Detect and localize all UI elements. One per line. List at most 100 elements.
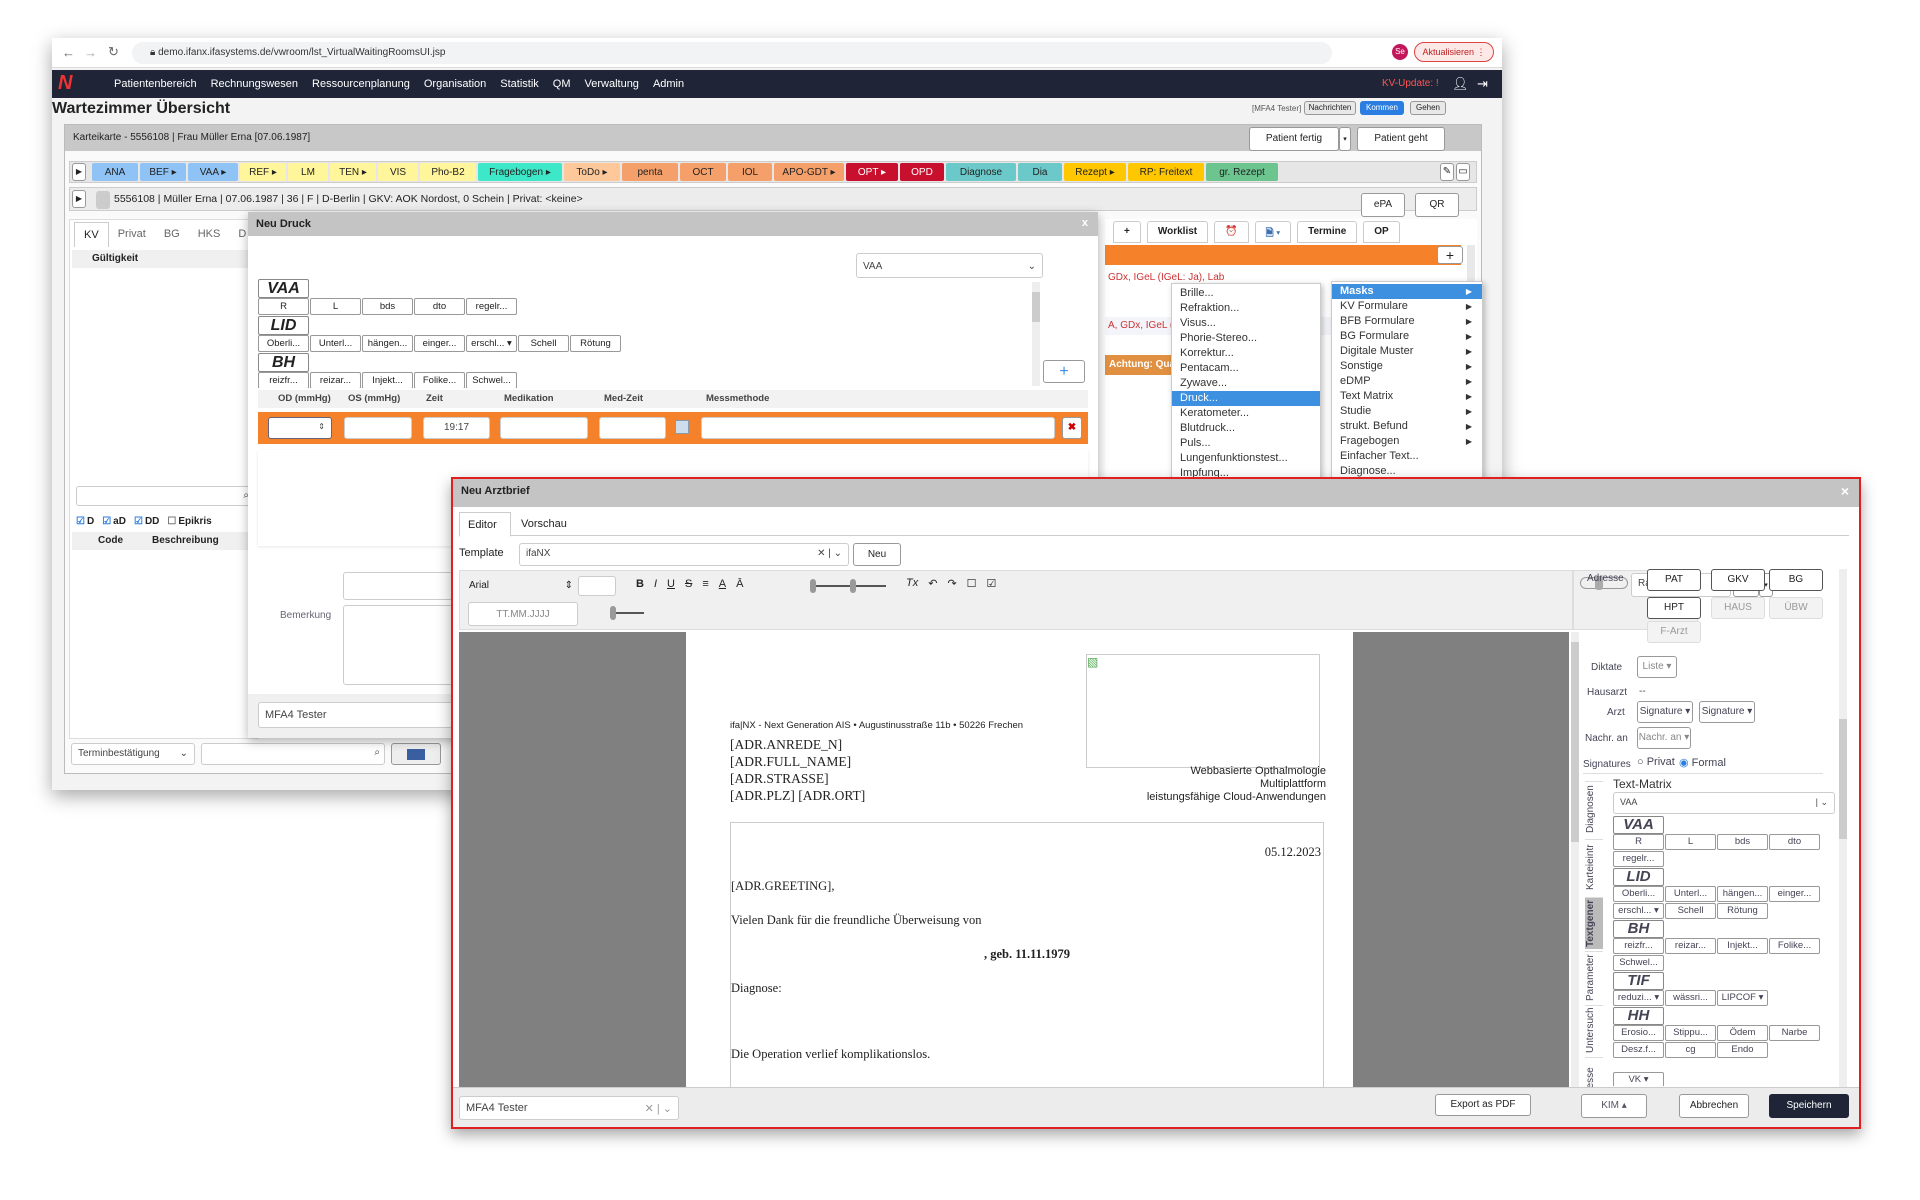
undo-icon[interactable]: ↶ [928, 577, 937, 590]
submenu-item-bg-formulare[interactable]: BG Formulare ▶ [1332, 329, 1482, 344]
matrix-button-regelr[interactable]: regelr... [1613, 851, 1664, 867]
search-icon[interactable]: ⌕ [374, 747, 380, 758]
patient-fertig-button[interactable]: Patient fertig [1249, 127, 1339, 151]
submenu-item-kv-formulare[interactable]: KV Formulare ▶ [1332, 299, 1482, 314]
checkbox-dd[interactable]: ☑ DD [134, 516, 159, 527]
clear-format-icon[interactable]: Tx [906, 577, 918, 590]
menu-item-puls[interactable]: Puls... [1172, 436, 1320, 451]
matrix-button-r[interactable]: R [1613, 834, 1664, 850]
toolbar-button-rp-freitext[interactable]: RP: Freitext [1128, 163, 1204, 181]
clear-chevron-icon[interactable]: ✕ | ⌄ [645, 1102, 672, 1115]
matrix-button-einger[interactable]: einger... [414, 335, 465, 352]
tab-op[interactable]: OP [1363, 221, 1400, 243]
messmethode-input[interactable] [701, 417, 1055, 439]
matrix-button-dto[interactable]: dto [414, 298, 465, 315]
font-size-input[interactable] [578, 576, 616, 596]
menu-item-refraktion[interactable]: Refraktion... [1172, 301, 1320, 316]
vtab-textgener[interactable]: Textgener [1585, 897, 1603, 949]
matrix-button-regelr[interactable]: regelr... [466, 298, 517, 315]
add-matrix-button[interactable]: + [1043, 360, 1085, 383]
checkbox-icon[interactable]: ☑ [76, 516, 85, 527]
matrix-button-injekt[interactable]: Injekt... [362, 372, 413, 388]
od-input[interactable]: ⇕ [268, 417, 332, 439]
url-bar[interactable]: 🔒︎ demo.ifanx.ifasystems.de/vwroom/lst_V… [132, 42, 1332, 64]
submenu-item-sonstige[interactable]: Sonstige ▶ [1332, 359, 1482, 374]
toolbar-button-todo[interactable]: ToDo ▸ [564, 163, 620, 181]
spinner-icon[interactable]: ⇕ [318, 422, 325, 431]
matrix-button-schwel[interactable]: Schwel... [1613, 955, 1664, 971]
add-entry-button[interactable]: + [1437, 246, 1463, 264]
vtab-untersuch[interactable]: Untersuch [1585, 1005, 1603, 1055]
matrix-button-wässri[interactable]: wässri... [1665, 990, 1716, 1006]
toolbar-button-ana[interactable]: ANA [92, 163, 138, 181]
submenu-item-digitale-muster[interactable]: Digitale Muster ▶ [1332, 344, 1482, 359]
arztbrief-user-select[interactable]: MFA4 Tester ✕ | ⌄ [459, 1096, 679, 1120]
italic-icon[interactable]: I [654, 578, 657, 590]
nav-item-qm[interactable]: QM [553, 78, 571, 90]
menu-item-korrektur[interactable]: Korrektur... [1172, 346, 1320, 361]
kv-update-link[interactable]: KV-Update: ! [1382, 78, 1439, 89]
matrix-button-lipcof[interactable]: LIPCOF ▾ [1717, 990, 1768, 1006]
matrix-button-stippu[interactable]: Stippu... [1665, 1025, 1716, 1041]
druck-matrix-select[interactable]: VAA ⌄ [856, 253, 1043, 278]
checked-box-icon[interactable]: ☑ [987, 577, 997, 590]
vtab-karteieintr[interactable]: Karteieintr [1585, 839, 1603, 895]
toolbar-button-gr-rezept[interactable]: gr. Rezept [1206, 163, 1278, 181]
matrix-button-dto[interactable]: dto [1769, 834, 1820, 850]
matrix-button-unterl[interactable]: Unterl... [310, 335, 361, 352]
avatar[interactable]: Se [1392, 44, 1408, 60]
side-scrollbar[interactable] [1839, 569, 1847, 1087]
tab-vorschau[interactable]: Vorschau [517, 512, 571, 536]
gehen-button[interactable]: Gehen [1410, 101, 1446, 115]
radio-formal[interactable]: ◉ Formal [1679, 756, 1726, 769]
matrix-button-r[interactable]: R [258, 298, 309, 315]
menu-item-visus[interactable]: Visus... [1172, 316, 1320, 331]
matrix-button-bds[interactable]: bds [1717, 834, 1768, 850]
date-input[interactable]: TT.MM.JJJJ [468, 602, 578, 626]
update-button[interactable]: Aktualisieren ⋮ [1414, 42, 1494, 62]
menu-item-zywave[interactable]: Zywave... [1172, 376, 1320, 391]
menu-item-keratometer[interactable]: Keratometer... [1172, 406, 1320, 421]
matrix-button-rötung[interactable]: Rötung [1717, 903, 1768, 919]
line-spacing-slider[interactable] [810, 579, 886, 593]
matrix-heading-vaa[interactable]: VAA [1613, 816, 1664, 834]
terminbestaetigung-select[interactable]: Terminbestätigung ⌄ [71, 743, 195, 765]
matrix-button-einger[interactable]: einger... [1769, 886, 1820, 902]
toolbar-button-dia[interactable]: Dia [1018, 163, 1062, 181]
strikethrough-icon[interactable]: S [685, 578, 692, 590]
tab-privat[interactable]: Privat [109, 222, 155, 247]
export-pdf-button[interactable]: Export as PDF [1435, 1094, 1531, 1116]
radio-privat[interactable]: ○ Privat [1637, 756, 1675, 768]
qr-button[interactable]: QR [1415, 193, 1459, 217]
menu-item-lungenfunktionstest[interactable]: Lungenfunktionstest... [1172, 451, 1320, 466]
submenu-item-studie[interactable]: Studie ▶ [1332, 404, 1482, 419]
nav-item-verwaltung[interactable]: Verwaltung [585, 78, 639, 90]
left-search-input[interactable]: ⌕ [76, 486, 254, 506]
tab-kv[interactable]: KV [74, 222, 109, 247]
toolbar-button-bef[interactable]: BEF ▸ [140, 163, 186, 181]
matrix-button-folike[interactable]: Folike... [414, 372, 465, 388]
diktate-list-button[interactable]: Liste ▾ [1637, 656, 1677, 678]
toolbar-button-oct[interactable]: OCT [680, 163, 726, 181]
reload-icon[interactable]: ↻ [108, 44, 119, 60]
redo-icon[interactable]: ↷ [947, 577, 956, 590]
menu-item-brille[interactable]: Brille... [1172, 286, 1320, 301]
submenu-item-einfacher-text[interactable]: Einfacher Text... [1332, 449, 1482, 464]
toolbar-button-fragebogen[interactable]: Fragebogen ▸ [478, 163, 562, 181]
matrix-heading-lid[interactable]: LID [258, 316, 309, 335]
logo[interactable]: N [58, 72, 72, 95]
toolbar-button-iol[interactable]: IOL [728, 163, 772, 181]
bold-icon[interactable]: B [636, 578, 644, 590]
matrix-button-ödem[interactable]: Ödem [1717, 1025, 1768, 1041]
matrix-button-rötung[interactable]: Rötung [570, 335, 621, 352]
toolbar-button-ref[interactable]: REF ▸ [240, 163, 286, 181]
matrix-button-folike[interactable]: Folike... [1769, 938, 1820, 954]
matrix-heading-lid[interactable]: LID [1613, 868, 1664, 886]
tab-bg[interactable]: BG [155, 222, 189, 247]
toolbar-button-diagnose[interactable]: Diagnose [946, 163, 1016, 181]
toolbar-button-rezept[interactable]: Rezept ▸ [1064, 163, 1126, 181]
matrix-button-schwel[interactable]: Schwel... [466, 372, 517, 388]
kim-button[interactable]: KIM ▴ [1581, 1094, 1647, 1118]
abbrechen-button[interactable]: Abbrechen [1679, 1094, 1749, 1118]
menu-item-pentacam[interactable]: Pentacam... [1172, 361, 1320, 376]
